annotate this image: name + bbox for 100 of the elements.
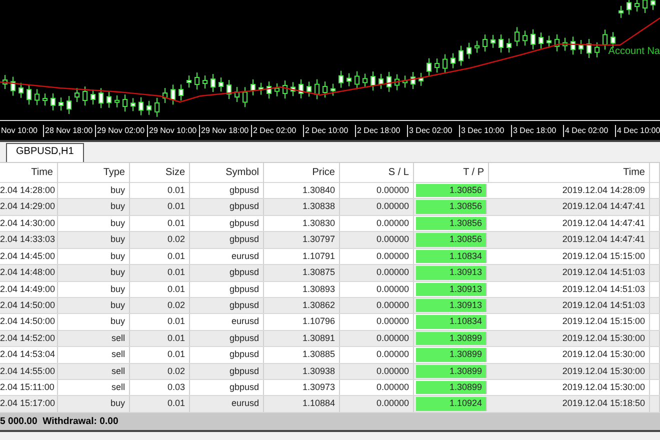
- take-profit-cell: 1.30913: [416, 298, 487, 312]
- time-axis-label: 29 Nov 10:00: [147, 124, 199, 136]
- take-profit-cell: 1.30913: [416, 282, 487, 296]
- table-cell: 1.30885: [264, 347, 340, 363]
- table-cell: sell: [58, 380, 130, 396]
- table-cell: 0.00000: [340, 216, 414, 232]
- table-cell: 2.04 15:17:00: [0, 396, 58, 412]
- table-cell: 0.00000: [340, 330, 414, 346]
- table-cell: 0.00000: [340, 347, 414, 363]
- take-profit-cell: 1.10834: [416, 250, 487, 264]
- table-cell: eurusd: [190, 396, 264, 412]
- table-cell: gbpusd: [190, 364, 264, 380]
- table-cell: 2.04 14:45:00: [0, 248, 58, 264]
- table-cell: 2019.12.04 14:47:41: [489, 216, 650, 232]
- table-cell: 2.04 14:33:03: [0, 232, 58, 248]
- table-cell: eurusd: [190, 248, 264, 264]
- table-cell: 2019.12.04 15:30:00: [489, 380, 650, 396]
- table-cell: 2019.12.04 14:51:03: [489, 298, 650, 314]
- table-cell: gbpusd: [190, 199, 264, 215]
- time-axis-label: 2 Dec 02:00: [251, 124, 303, 136]
- time-axis-label: 29 Nov 18:00: [199, 124, 251, 136]
- take-profit-cell: 1.30856: [416, 233, 487, 247]
- table-cell: 1.10791: [264, 248, 340, 264]
- table-cell: gbpusd: [190, 282, 264, 297]
- table-cell: 0.01: [130, 199, 190, 215]
- table-cell: 2.04 14:50:00: [0, 298, 58, 314]
- table-cell: 0.01: [130, 330, 190, 346]
- table-cell: gbpusd: [190, 216, 264, 232]
- table-cell: buy: [58, 282, 130, 297]
- table-cell: buy: [58, 298, 130, 314]
- table-cell: 0.01: [130, 396, 190, 412]
- time-axis-label: 3 Dec 18:00: [511, 124, 563, 136]
- table-cell: eurusd: [190, 314, 264, 330]
- table-cell: gbpusd: [190, 232, 264, 248]
- table-cell: 0.01: [130, 248, 190, 264]
- table-cell: 2019.12.04 14:51:03: [489, 282, 650, 297]
- take-profit-cell: 1.30856: [416, 216, 487, 230]
- table-cell: 1.30893: [264, 282, 340, 297]
- time-axis-label: 4 Dec 10:00: [615, 124, 660, 136]
- table-cell: 0.00000: [340, 248, 414, 264]
- table-cell: 1.30973: [264, 380, 340, 396]
- table-cell: sell: [58, 347, 130, 363]
- table-cell: buy: [58, 232, 130, 248]
- table-cell: 2.04 14:48:00: [0, 265, 58, 281]
- table-cell: 1.30840: [264, 183, 340, 198]
- table-cell: 1.30875: [264, 265, 340, 281]
- table-cell: 2019.12.04 15:18:50: [489, 396, 650, 412]
- account-label: Account Na: [608, 46, 660, 57]
- table-cell: sell: [58, 330, 130, 346]
- take-profit-cell: 1.30899: [416, 348, 487, 362]
- table-cell: 1.10796: [264, 314, 340, 330]
- table-cell: 0.01: [130, 265, 190, 281]
- table-cell: 2.04 14:49:00: [0, 282, 58, 297]
- time-axis-label: 3 Dec 10:00: [459, 124, 511, 136]
- table-cell: 0.02: [130, 364, 190, 380]
- table-cell: 0.00000: [340, 380, 414, 396]
- table-cell: 0.01: [130, 183, 190, 198]
- take-profit-cell: 1.30913: [416, 266, 487, 280]
- time-axis-label: 4 Dec 02:00: [563, 124, 615, 136]
- table-cell: 2019.12.04 15:15:00: [489, 314, 650, 330]
- chart-tab[interactable]: GBPUSD,H1: [6, 143, 84, 162]
- table-cell: 0.01: [130, 282, 190, 297]
- table-cell: 1.30830: [264, 216, 340, 232]
- take-profit-cell: 1.30856: [416, 184, 487, 198]
- table-cell: 2.04 14:50:00: [0, 314, 58, 330]
- table-cell: 0.00000: [340, 199, 414, 215]
- table-cell: 2019.12.04 14:47:41: [489, 232, 650, 248]
- summary-bar: 5 000.00 Withdrawal: 0.00: [0, 412, 660, 430]
- table-cell: 0.00000: [340, 298, 414, 314]
- table-cell: 0.00000: [340, 314, 414, 330]
- table-cell: 0.02: [130, 232, 190, 248]
- table-cell: gbpusd: [190, 347, 264, 363]
- table-cell: 1.30862: [264, 298, 340, 314]
- table-cell: buy: [58, 248, 130, 264]
- take-profit-cell: 1.30899: [416, 332, 487, 346]
- table-cell: 1.30797: [264, 232, 340, 248]
- table-cell: 1.10884: [264, 396, 340, 412]
- table-cell: 1.30838: [264, 199, 340, 215]
- table-cell: 1.30938: [264, 364, 340, 380]
- table-cell: gbpusd: [190, 265, 264, 281]
- table-cell: buy: [58, 216, 130, 232]
- table-cell: 2019.12.04 15:30:00: [489, 330, 650, 346]
- table-cell: 2019.12.04 15:15:00: [489, 248, 650, 264]
- table-cell: buy: [58, 183, 130, 198]
- table-cell: 2.04 15:11:00: [0, 380, 58, 396]
- take-profit-cell: 1.10834: [416, 315, 487, 329]
- table-cell: 2.04 14:30:00: [0, 216, 58, 232]
- table-cell: 2019.12.04 14:51:03: [489, 265, 650, 281]
- table-cell: 1.30891: [264, 330, 340, 346]
- table-cell: 2.04 14:28:00: [0, 183, 58, 198]
- table-cell: gbpusd: [190, 183, 264, 198]
- table-cell: 0.00000: [340, 396, 414, 412]
- table-cell: 0.01: [130, 216, 190, 232]
- table-cell: 2019.12.04 14:47:41: [489, 199, 650, 215]
- time-axis-label: 2 Dec 18:00: [355, 124, 407, 136]
- table-cell: 0.03: [130, 380, 190, 396]
- time-axis-label: 2 Dec 10:00: [303, 124, 355, 136]
- table-cell: buy: [58, 396, 130, 412]
- take-profit-cell: 1.30856: [416, 200, 487, 214]
- table-cell: 0.00000: [340, 183, 414, 198]
